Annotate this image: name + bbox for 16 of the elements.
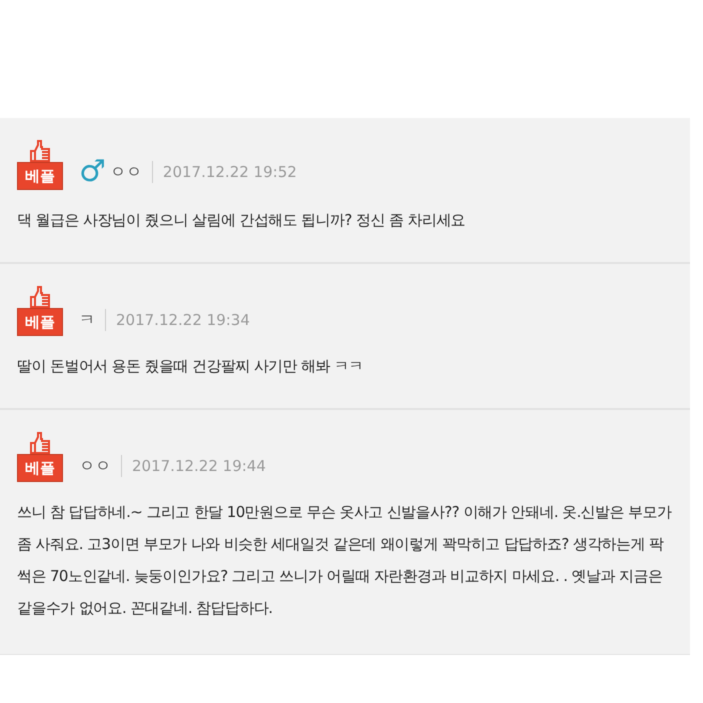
thumbs-up-icon (28, 140, 52, 162)
male-symbol-icon: ♂ (79, 158, 106, 186)
comment-text: 딸이 돈벌어서 용돈 줬을때 건강팔찌 사기만 해봐 ㅋㅋ (17, 356, 364, 377)
comment-date: 2017.12.22 19:34 (105, 308, 250, 332)
thumbs-up-icon (28, 432, 52, 454)
author-name: ㅋ (79, 309, 95, 331)
best-badge: 베플 (17, 454, 63, 482)
comment-text: 쓰니 참 답답하네.~ 그리고 한달 10만원으로 무슨 옷사고 신발을사?? 이해가 안돼네. 옷.신발은 부모가 좀 사줘요. 고3이면 부모가 나와 비슷한 세대일것 같은데 왜이렇게 꽉막히고 답답하죠? 생각하는게 팍썩은 70노인같네. 늦둥이인가요? 그리고 쓰니가 어릴때 자란환경과 비교하지 마세요. . 옛날과 지금은 같을수가 없어요. 꼰대같네. 참답답하다. (17, 502, 673, 619)
comment-text: 댁 월급은 사장님이 줬으니 살림에 간섭해도 됩니까? 정신 좀 차리세요 (17, 210, 466, 231)
author-name: ㅇㅇ (79, 455, 111, 477)
best-badge: 베플 (17, 162, 63, 190)
author-name: ㅇㅇ (110, 161, 142, 183)
comment-date: 2017.12.22 19:44 (121, 454, 266, 478)
comment-date: 2017.12.22 19:52 (152, 160, 297, 184)
thumbs-up-icon (28, 286, 52, 308)
best-badge: 베플 (17, 308, 63, 336)
